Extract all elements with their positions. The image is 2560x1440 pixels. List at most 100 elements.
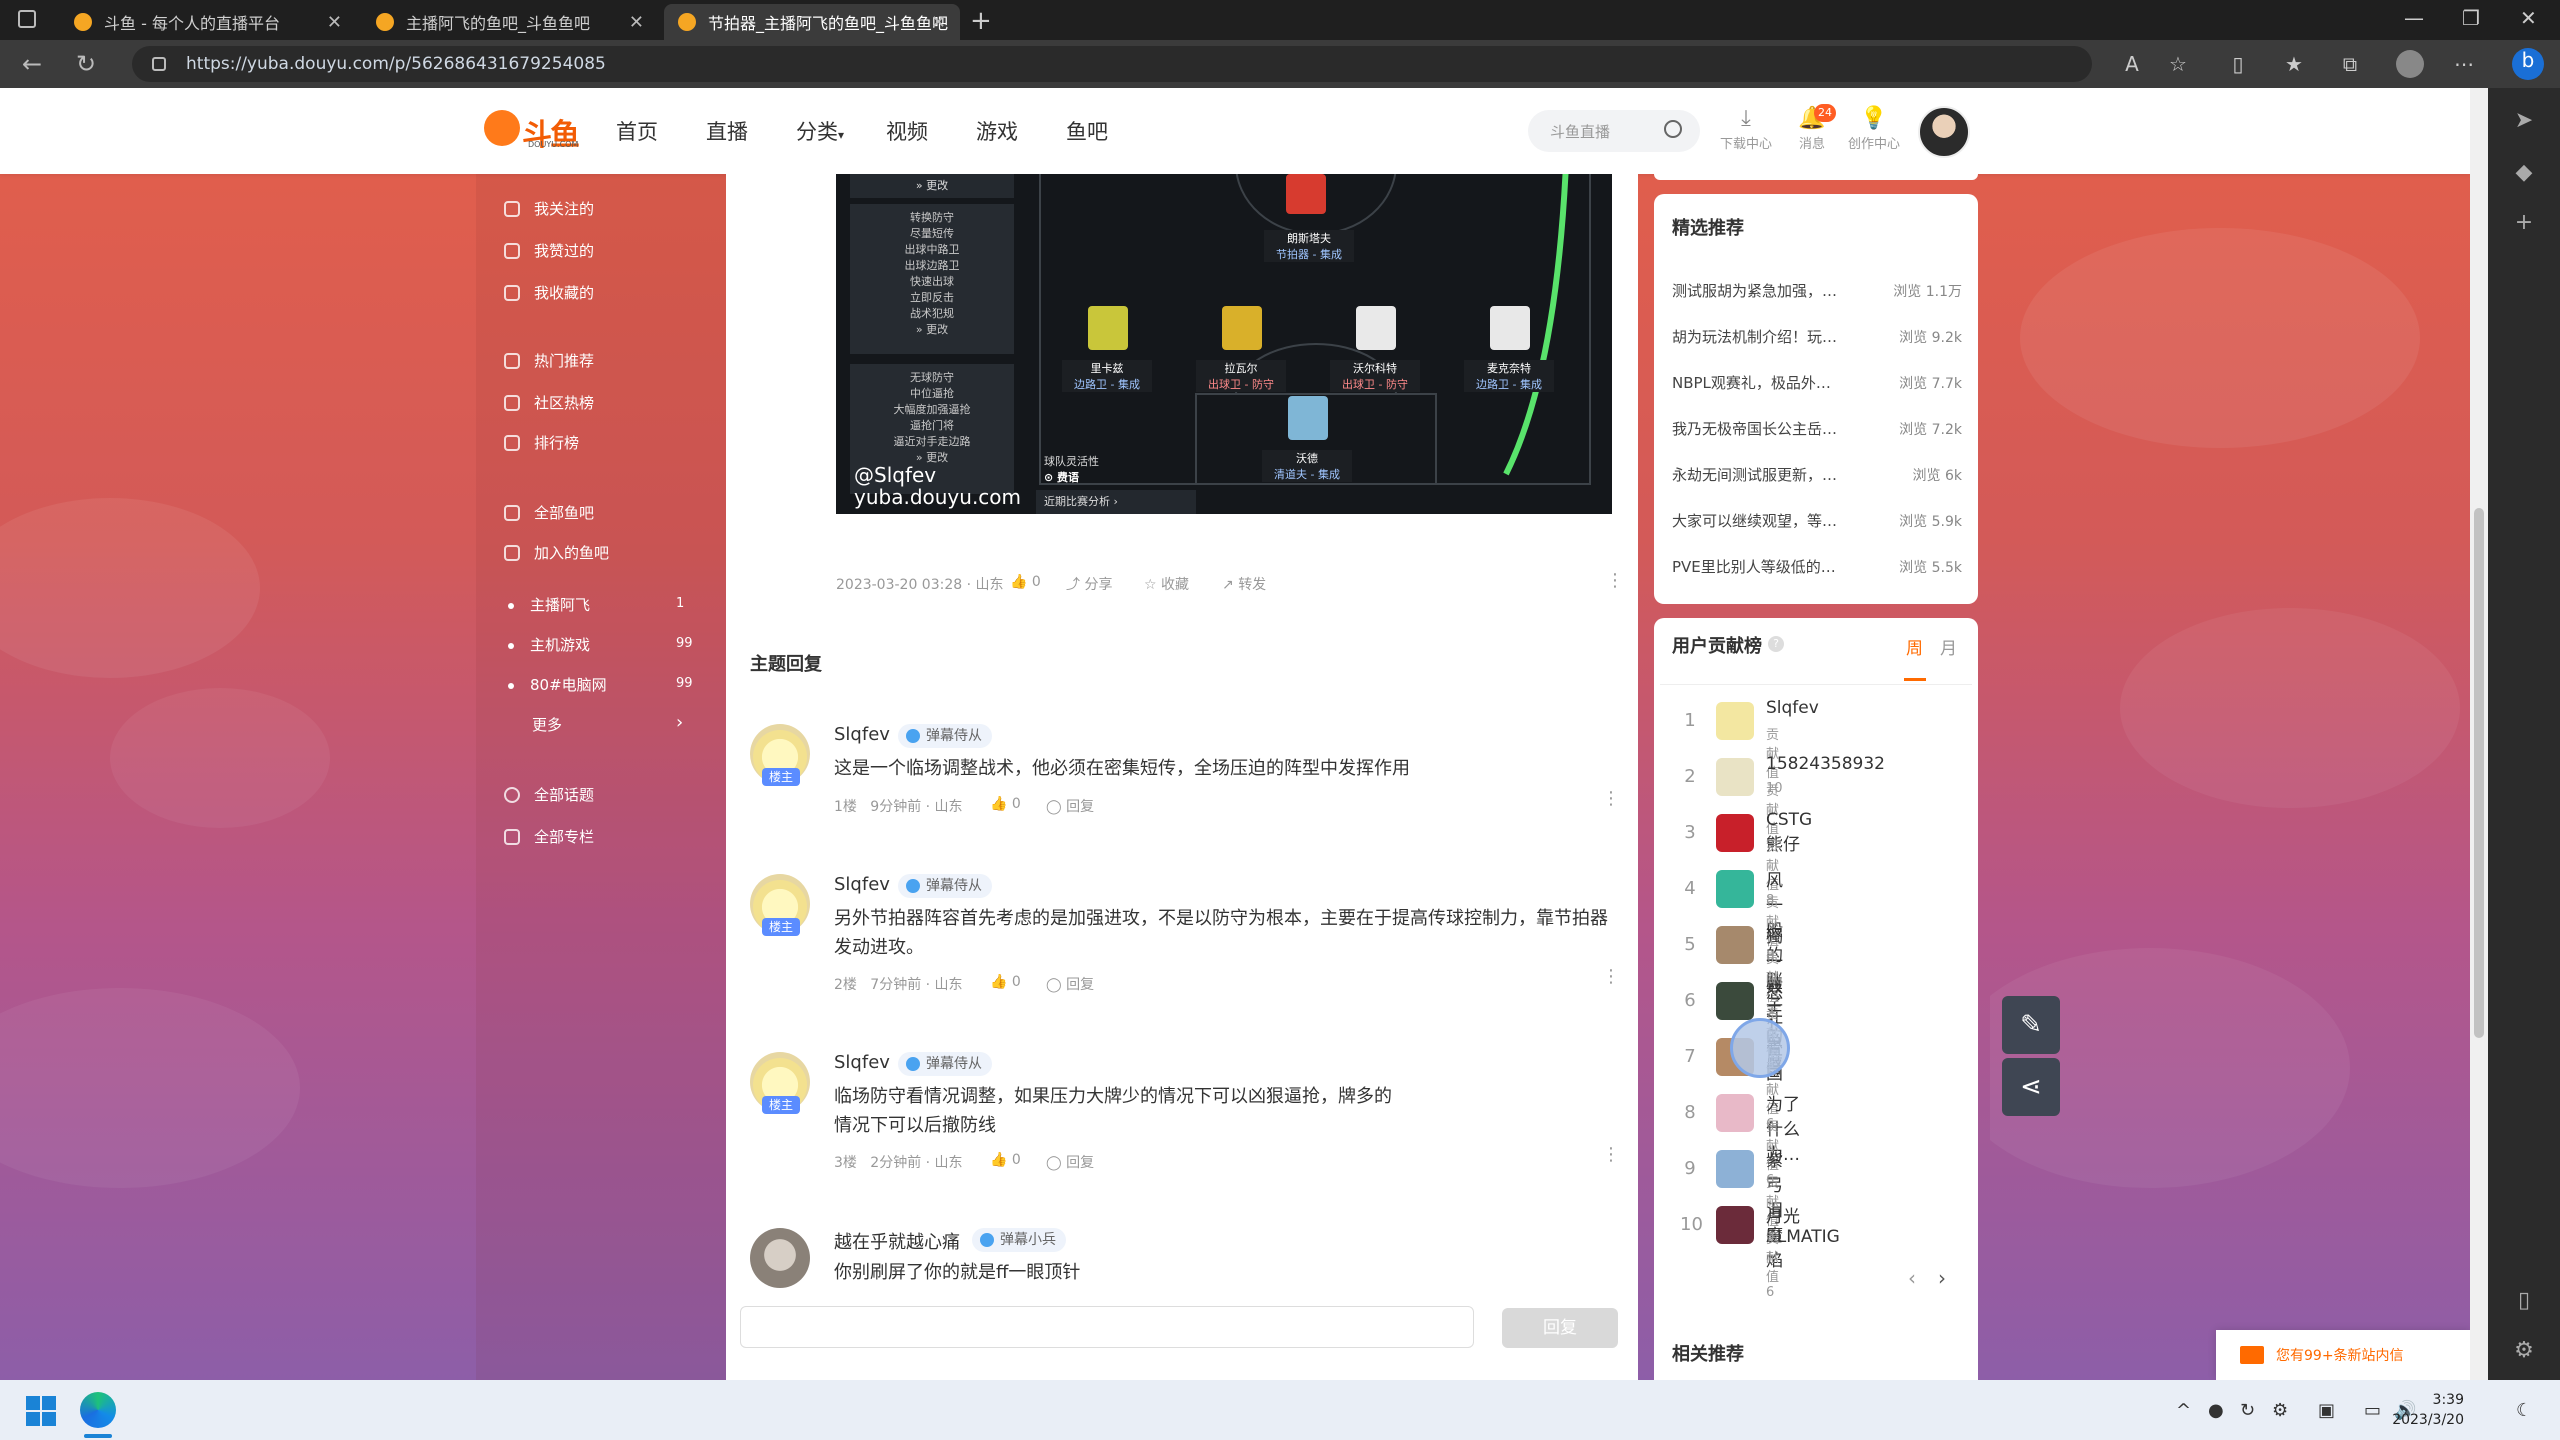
nav-category[interactable]: 分类▾	[796, 116, 844, 146]
profile-icon[interactable]	[2396, 50, 2424, 78]
nav-home[interactable]: 首页	[616, 116, 658, 146]
comment-reply-button[interactable]: ◯ 回复	[1046, 1152, 1094, 1172]
comment-username[interactable]: Slqfev	[834, 724, 890, 745]
restore-icon[interactable]: ❐	[2462, 6, 2480, 30]
close-tab-icon[interactable]: ✕	[931, 12, 946, 33]
tray-input-icon[interactable]: ▣	[2318, 1400, 2335, 1421]
nav-video[interactable]: 视频	[886, 116, 928, 146]
sidebar-item-columns[interactable]: 全部专栏	[504, 826, 594, 847]
sidebar-item-following[interactable]: 我关注的	[504, 198, 594, 219]
bing-copilot-icon[interactable]: b	[2512, 48, 2544, 80]
nav-yuba[interactable]: 鱼吧	[1066, 116, 1108, 146]
url-input[interactable]: https://yuba.douyu.com/p/562686431679254…	[132, 46, 2092, 82]
douyu-logo[interactable]: 斗鱼 DOUYU.COM	[484, 110, 580, 153]
post-collect-button[interactable]: ☆ 收藏	[1144, 574, 1189, 594]
contrib-avatar[interactable]	[1716, 1150, 1754, 1188]
sidebar-item-topics[interactable]: 全部话题	[504, 784, 594, 805]
post-forward-button[interactable]: ↗ 转发	[1222, 574, 1266, 594]
taskbar-clock[interactable]: 3:39 2023/3/20	[2354, 1390, 2464, 1430]
featured-item[interactable]: 大家可以继续观望，等…	[1672, 510, 1862, 531]
reply-submit-button[interactable]: 回复	[1502, 1308, 1618, 1348]
favorite-add-icon[interactable]: ☆	[2166, 52, 2190, 76]
comment-like-button[interactable]: 👍 0	[990, 1152, 1021, 1168]
sidebar-more[interactable]: 更多	[532, 714, 562, 735]
contrib-avatar[interactable]	[1716, 870, 1754, 908]
edge-browser-icon[interactable]	[80, 1392, 116, 1428]
contrib-avatar[interactable]	[1716, 758, 1754, 796]
sidebar-item-ranking[interactable]: 排行榜	[504, 432, 579, 453]
more-menu-icon[interactable]: ⋯	[2452, 52, 2476, 76]
comment-avatar[interactable]	[750, 1228, 810, 1288]
user-avatar[interactable]	[1918, 106, 1970, 158]
tab-month[interactable]: 月	[1940, 634, 1957, 659]
chevron-right-icon[interactable]: ›	[676, 712, 683, 733]
featured-item[interactable]: 永劫无间测试服更新，…	[1672, 464, 1862, 485]
page-scrollbar[interactable]	[2470, 88, 2488, 1380]
browser-tab-2[interactable]: 主播阿飞的鱼吧_斗鱼鱼吧 ✕	[362, 4, 658, 40]
help-icon[interactable]: ?	[1768, 636, 1784, 652]
reply-input[interactable]	[740, 1306, 1474, 1348]
post-more-icon[interactable]: ⋮	[1606, 570, 1624, 591]
featured-item[interactable]: 胡为玩法机制介绍！玩…	[1672, 326, 1862, 347]
comment-username[interactable]: Slqfev	[834, 874, 890, 895]
tray-chevron-up-icon[interactable]: ^	[2176, 1400, 2191, 1421]
contrib-avatar[interactable]	[1716, 1094, 1754, 1132]
close-window-icon[interactable]: ✕	[2520, 6, 2537, 30]
browser-tab-1[interactable]: 斗鱼 - 每个人的直播平台 ✕	[60, 4, 356, 40]
post-share-button[interactable]: ⤴ 分享	[1066, 574, 1112, 594]
notification-center-icon[interactable]: ☾	[2516, 1400, 2532, 1421]
comment-more-icon[interactable]: ⋮	[1602, 966, 1620, 987]
floating-assistant-icon[interactable]	[1730, 1018, 1790, 1078]
comment-avatar[interactable]: 楼主	[750, 874, 810, 936]
split-screen-icon[interactable]: ▯	[2226, 52, 2250, 76]
telegram-icon[interactable]: ➤	[2510, 108, 2538, 136]
nav-live[interactable]: 直播	[706, 116, 748, 146]
comment-avatar[interactable]: 楼主	[750, 1052, 810, 1114]
contrib-avatar[interactable]	[1716, 926, 1754, 964]
minimize-icon[interactable]: —	[2404, 6, 2424, 30]
featured-item[interactable]: NBPL观赛礼，极品外…	[1672, 372, 1862, 393]
sidebar-bar-2[interactable]: 主机游戏	[508, 634, 590, 655]
comment-like-button[interactable]: 👍 0	[990, 796, 1021, 812]
contrib-avatar[interactable]	[1716, 1206, 1754, 1244]
back-icon[interactable]: ←	[22, 50, 42, 78]
sidebar-item-all-bars[interactable]: 全部鱼吧	[504, 502, 594, 523]
featured-item[interactable]: PVE里比别人等级低的…	[1672, 556, 1862, 577]
contrib-avatar[interactable]	[1716, 814, 1754, 852]
new-tab-icon[interactable]: +	[970, 6, 992, 36]
pager-prev[interactable]: ‹	[1908, 1266, 1916, 1290]
tab-actions-icon[interactable]	[18, 10, 36, 28]
scrollbar-thumb[interactable]	[2474, 508, 2484, 1038]
sidebar-item-collected[interactable]: 我收藏的	[504, 282, 594, 303]
sidebar-item-joined-bars[interactable]: 加入的鱼吧	[504, 542, 609, 563]
comment-avatar[interactable]: 楼主	[750, 724, 810, 786]
creator-center-button[interactable]: 💡 创作中心	[1844, 106, 1904, 152]
post-like-button[interactable]: 👍 0	[1010, 574, 1041, 590]
sidebar-toggle-icon[interactable]: ▯	[2510, 1288, 2538, 1316]
comment-reply-button[interactable]: ◯ 回复	[1046, 796, 1094, 816]
sidebar-bar-1[interactable]: 主播阿飞	[508, 594, 590, 615]
contrib-username[interactable]: 15824358932	[1766, 754, 1885, 774]
featured-item[interactable]: 测试服胡为紧急加强，…	[1672, 280, 1862, 301]
comment-more-icon[interactable]: ⋮	[1602, 1144, 1620, 1165]
comment-reply-button[interactable]: ◯ 回复	[1046, 974, 1094, 994]
tab-week[interactable]: 周	[1906, 634, 1923, 659]
edit-post-button[interactable]: ✎	[2002, 996, 2060, 1054]
search-icon[interactable]	[1664, 120, 1682, 138]
douyu-sidebar-icon[interactable]: ◆	[2510, 160, 2538, 188]
lock-icon[interactable]	[152, 57, 166, 71]
collections-icon[interactable]: ⧉	[2338, 52, 2362, 76]
close-tab-icon[interactable]: ✕	[629, 12, 644, 33]
comment-more-icon[interactable]: ⋮	[1602, 788, 1620, 809]
refresh-icon[interactable]: ↻	[76, 50, 96, 78]
contrib-username[interactable]: Slqfev	[1766, 698, 1819, 718]
contrib-avatar[interactable]	[1716, 982, 1754, 1020]
pager-next[interactable]: ›	[1938, 1266, 1946, 1290]
nav-game[interactable]: 游戏	[976, 116, 1018, 146]
settings-gear-icon[interactable]: ⚙	[2510, 1338, 2538, 1366]
contrib-avatar[interactable]	[1716, 702, 1754, 740]
sidebar-bar-3[interactable]: 80#电脑网	[508, 674, 607, 695]
sidebar-item-trending[interactable]: 社区热榜	[504, 392, 594, 413]
read-aloud-icon[interactable]: A	[2120, 52, 2144, 76]
favorites-icon[interactable]: ★	[2282, 52, 2306, 76]
